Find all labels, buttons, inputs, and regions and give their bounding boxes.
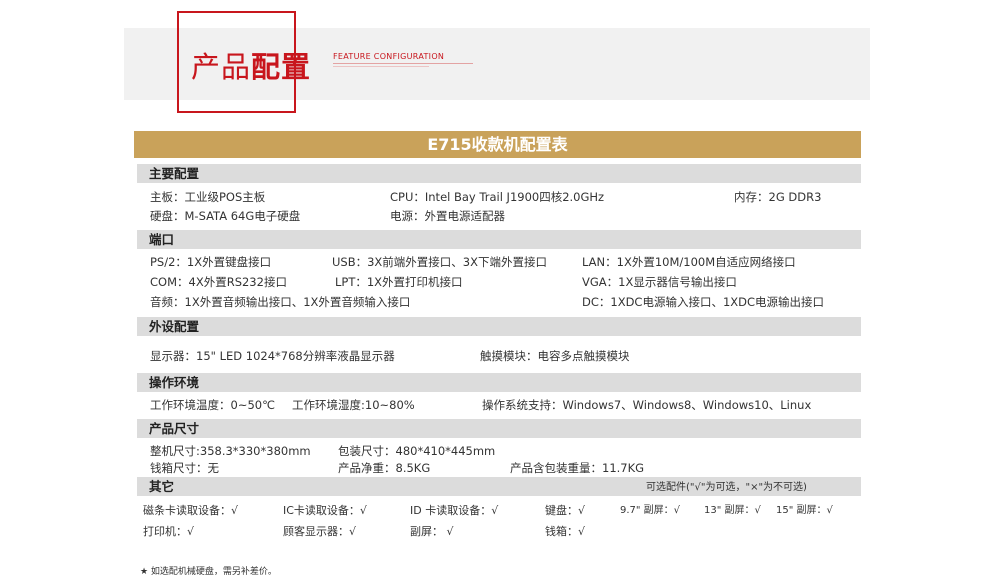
section-main-heading: 主要配置: [137, 164, 861, 183]
optional-accessories-label: 可选配件("√"为可选，"×"为不可选): [646, 482, 807, 493]
port-dc: DC：1XDC电源输入接口、1XDC电源输出接口: [582, 295, 825, 309]
accessory-subscreen-13: 13" 副屏：√: [704, 505, 761, 516]
accessory-subscreen: 副屏： √: [410, 525, 454, 538]
port-com: COM：4X外置RS232接口: [150, 275, 287, 289]
section-environment-heading: 操作环境: [137, 373, 861, 392]
env-os: 操作系统支持：Windows7、Windows8、Windows10、Linux: [482, 398, 812, 412]
page-title-bold: 配置: [251, 50, 312, 84]
accessory-subscreen-15: 15" 副屏：√: [776, 505, 833, 516]
size-drawer: 钱箱尺寸：无: [150, 461, 219, 475]
port-ps2: PS/2：1X外置键盘接口: [150, 255, 272, 269]
header-divider-secondary: [333, 66, 429, 67]
port-vga: VGA：1X显示器信号输出接口: [582, 275, 737, 289]
port-usb: USB：3X前端外置接口、3X下端外置接口: [332, 255, 547, 269]
accessory-subscreen-9-7: 9.7" 副屏：√: [620, 505, 681, 516]
page-subtitle-en: FEATURE CONFIGURATION: [333, 52, 445, 61]
accessory-id-reader: ID 卡读取设备：√: [410, 504, 499, 517]
footnote: ★ 如选配机械硬盘，需另补差价。: [140, 567, 277, 577]
accessory-ic-reader: IC卡读取设备：√: [283, 504, 367, 517]
spec-board: 主板：工业级POS主板: [150, 190, 266, 204]
size-package: 包装尺寸：480*410*445mm: [338, 444, 496, 458]
accessory-magstripe: 磁条卡读取设备：√: [143, 504, 239, 517]
spec-disk: 硬盘：M-SATA 64G电子硬盘: [150, 209, 301, 223]
accessory-cash-drawer: 钱箱：√: [545, 525, 586, 538]
port-audio: 音频：1X外置音频输出接口、1X外置音频输入接口: [150, 295, 411, 309]
size-net-weight: 产品净重：8.5KG: [338, 461, 431, 475]
accessory-customer-display: 顾客显示器：√: [283, 525, 357, 538]
page-title-light: 产品: [191, 50, 252, 84]
port-lan: LAN：1X外置10M/100M自适应网络接口: [582, 255, 796, 269]
section-peripherals-heading: 外设配置: [137, 317, 861, 336]
env-work-temp: 工作环境温度：0~50℃: [150, 398, 275, 412]
spec-cpu: CPU：Intel Bay Trail J1900四核2.0GHz: [390, 190, 605, 204]
env-work-humidity: 工作环境湿度:10~80%: [292, 398, 415, 412]
accessory-printer: 打印机：√: [143, 525, 195, 538]
header-divider: [333, 63, 473, 64]
accessory-keyboard: 键盘：√: [545, 504, 586, 517]
section-size-heading: 产品尺寸: [137, 419, 861, 438]
peripheral-touch: 触摸模块：电容多点触摸模块: [480, 349, 630, 363]
page-title: 产品配置: [191, 44, 311, 86]
port-lpt: LPT：1X外置打印机接口: [335, 275, 463, 289]
peripheral-display: 显示器：15" LED 1024*768分辨率液晶显示器: [150, 349, 395, 363]
spec-power: 电源：外置电源适配器: [390, 209, 505, 223]
table-title: E715收款机配置表: [134, 131, 861, 158]
size-gross-weight: 产品含包装重量：11.7KG: [510, 461, 645, 475]
size-machine: 整机尺寸:358.3*330*380mm: [150, 444, 311, 458]
section-ports-heading: 端口: [137, 230, 861, 249]
spec-memory: 内存：2G DDR3: [734, 190, 822, 204]
